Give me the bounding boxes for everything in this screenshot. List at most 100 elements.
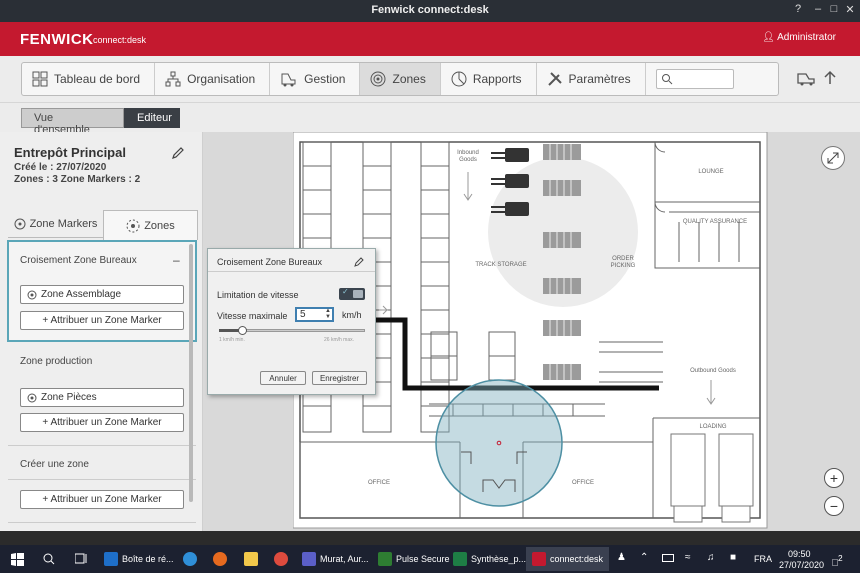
window-title: Fenwick connect:desk [371, 4, 489, 16]
zone-name[interactable]: Zone production [20, 356, 92, 367]
label-order-1: ORDER [612, 256, 634, 262]
brand-logo: FENWICK [20, 31, 94, 48]
target-icon [370, 71, 386, 87]
edit-pencil-icon[interactable] [171, 146, 185, 160]
chrome-icon[interactable] [274, 552, 288, 566]
taskbar-app-outlook[interactable]: Boîte de ré... [104, 549, 174, 569]
taskbar-app-label: Boîte de ré... [122, 554, 174, 564]
people-icon[interactable]: ♟ [617, 552, 626, 563]
taskbar-app-excel[interactable]: Synthèse_p... [453, 549, 526, 569]
zone-name: Croisement Zone Bureaux [20, 255, 137, 266]
user-menu[interactable]: 👤︎ Administrator [762, 32, 836, 43]
assign-marker-button[interactable]: + Attribuer un Zone Marker [20, 490, 184, 509]
nav-rapports[interactable]: Rapports [441, 63, 537, 95]
label-office-left: OFFICE [368, 480, 390, 486]
marker-target-icon [27, 290, 37, 299]
taskbar-app-connectdesk[interactable]: connect:desk [526, 547, 610, 571]
nav-organisation[interactable]: Organisation [155, 63, 271, 95]
divider [8, 445, 196, 446]
windows-start-icon[interactable] [11, 553, 24, 566]
tab-zones[interactable]: Zones [103, 210, 198, 240]
collapse-button[interactable]: – [173, 253, 180, 267]
file-explorer-icon[interactable] [244, 552, 258, 566]
max-speed-input[interactable]: 5 ▲ ▼ [295, 307, 334, 322]
tab-label: Zones [144, 219, 175, 232]
zone-card-selected[interactable]: Croisement Zone Bureaux – Zone Assemblag… [7, 240, 197, 342]
zone-sidebar: Entrepôt Principal Créé le : 27/07/2020 … [0, 132, 203, 531]
wifi-icon[interactable]: ≈ [685, 552, 691, 563]
task-view-icon[interactable] [75, 553, 89, 565]
label-lounge: LOUNGE [698, 169, 723, 175]
check-icon: ✓ [342, 287, 349, 296]
tab-zone-markers[interactable]: Zone Markers [8, 210, 103, 238]
nav-zones[interactable]: Zones [360, 63, 441, 95]
forklift-icon [281, 73, 296, 87]
slider-min-label: 1 km/h min. [219, 337, 245, 343]
recenter-button[interactable] [821, 146, 845, 170]
slider-max-label: 26 km/h max. [324, 337, 355, 343]
volume-icon[interactable]: ♫ [707, 552, 715, 563]
label-loading: LOADING [699, 424, 726, 430]
breadcrumb-editor[interactable]: Editeur [124, 108, 180, 128]
dashboard-icon [32, 71, 48, 87]
marker-target-icon [14, 218, 26, 229]
create-zone-label[interactable]: Créer une zone [20, 459, 89, 470]
nav-gestion[interactable]: Gestion [270, 63, 361, 95]
zone-marker-chip[interactable]: Zone Pièces [20, 388, 184, 407]
taskbar-app-label: Synthèse_p... [471, 554, 527, 564]
teams-icon [302, 552, 316, 566]
save-button[interactable]: Enregistrer [312, 371, 367, 385]
maximize-button[interactable]: □ [826, 3, 842, 15]
zoom-out-button[interactable]: − [824, 496, 844, 516]
assign-marker-button[interactable]: + Attribuer un Zone Marker [20, 311, 184, 330]
firefox-icon[interactable] [213, 552, 227, 566]
speed-slider-thumb[interactable] [238, 326, 247, 335]
speed-limit-toggle[interactable]: ✓ [339, 287, 365, 300]
editor-breadcrumb: Vue d'ensemble Editeur [0, 102, 860, 136]
search-input[interactable] [655, 69, 734, 89]
outlook-icon [104, 552, 118, 566]
zone-settings-popup: Croisement Zone Bureaux Limitation de vi… [207, 248, 376, 395]
cancel-button[interactable]: Annuler [260, 371, 306, 385]
nav-parametres[interactable]: Paramètres [537, 63, 646, 95]
minimize-button[interactable]: – [810, 3, 826, 15]
spinner-icon[interactable]: ▲ ▼ [325, 308, 331, 320]
upload-icon[interactable] [823, 70, 837, 86]
notification-center[interactable]: □2 [832, 553, 843, 568]
search-icon[interactable] [43, 553, 55, 565]
assign-marker-button[interactable]: + Attribuer un Zone Marker [20, 413, 184, 432]
toggle-knob [353, 290, 363, 298]
tray-chevron-icon[interactable]: ⌃ [640, 552, 648, 563]
label-office-right: OFFICE [572, 480, 594, 486]
security-icon[interactable]: ■ [730, 552, 736, 563]
edit-pencil-icon[interactable] [353, 256, 365, 268]
battery-icon[interactable] [662, 554, 674, 562]
clock-time[interactable]: 09:50 [788, 549, 811, 559]
selected-zone-circle[interactable] [435, 379, 563, 507]
nav-label: Gestion [304, 72, 346, 86]
zone-marker-chip[interactable]: Zone Assemblage [20, 285, 184, 304]
nav-dashboard[interactable]: Tableau de bord [22, 63, 156, 95]
input-language[interactable]: FRA [754, 554, 772, 564]
notification-count: 2 [838, 553, 843, 563]
site-created: Créé le : 27/07/2020 [14, 162, 107, 173]
nav-label: Paramètres [568, 72, 631, 86]
taskbar-app-label: Pulse Secure [396, 554, 450, 564]
tools-icon [547, 72, 562, 86]
tab-label: Zone Markers [29, 217, 98, 230]
help-button[interactable]: ? [790, 3, 806, 15]
connectdesk-icon [532, 552, 546, 566]
taskbar-app-pulse[interactable]: Pulse Secure [378, 549, 450, 569]
nav-label: Rapports [472, 72, 522, 86]
close-button[interactable]: ✕ [842, 3, 858, 16]
user-name: Administrator [777, 32, 836, 43]
sidebar-scrollbar[interactable] [189, 244, 193, 502]
edge-icon[interactable] [183, 552, 197, 566]
search-icon [661, 74, 672, 85]
taskbar-app-teams[interactable]: Murat, Aur... [302, 549, 369, 569]
zoom-in-button[interactable]: + [824, 468, 844, 488]
clock-date[interactable]: 27/07/2020 [779, 560, 824, 570]
max-speed-label: Vitesse maximale [217, 311, 288, 321]
forklift-upload-icon[interactable] [796, 68, 818, 88]
breadcrumb-overview[interactable]: Vue d'ensemble [21, 108, 124, 136]
